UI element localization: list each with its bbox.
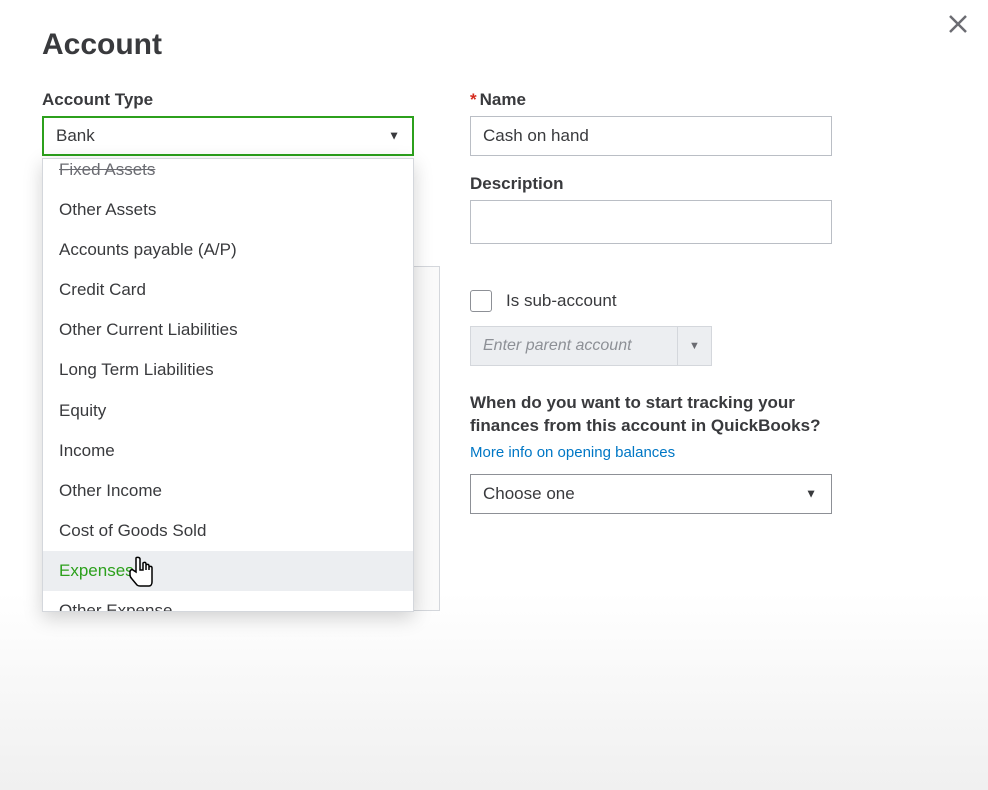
tracking-start-select[interactable]: Choose one ▼ [470, 474, 832, 514]
account-type-dropdown: Fixed Assets Other Assets Accounts payab… [42, 158, 414, 612]
tracking-question-label: When do you want to start tracking your … [470, 392, 832, 438]
close-icon [946, 12, 970, 36]
dropdown-option-accounts-payable[interactable]: Accounts payable (A/P) [43, 230, 413, 270]
sub-account-checkbox[interactable] [470, 290, 492, 312]
more-info-link[interactable]: More info on opening balances [470, 444, 675, 461]
dropdown-option-other-current-liabilities[interactable]: Other Current Liabilities [43, 310, 413, 350]
dropdown-option-fixed-assets-partial[interactable]: Fixed Assets [43, 159, 413, 190]
account-type-selected-value: Bank [56, 126, 95, 146]
account-type-select[interactable]: Bank ▼ [42, 116, 414, 156]
dialog-title: Account [42, 28, 946, 62]
dropdown-option-other-assets[interactable]: Other Assets [43, 190, 413, 230]
chevron-down-icon: ▼ [805, 486, 817, 500]
dropdown-option-income[interactable]: Income [43, 431, 413, 471]
dropdown-option-expenses[interactable]: Expenses [43, 551, 413, 591]
dropdown-option-other-expense[interactable]: Other Expense [43, 591, 413, 612]
dropdown-option-credit-card[interactable]: Credit Card [43, 270, 413, 310]
dropdown-option-long-term-liabilities[interactable]: Long Term Liabilities [43, 350, 413, 390]
parent-account-select[interactable]: Enter parent account ▼ [470, 326, 712, 366]
name-input[interactable] [470, 116, 832, 156]
account-type-label: Account Type [42, 90, 414, 110]
account-dialog: Account Account Type Bank ▼ Fixed Assets… [0, 0, 988, 542]
dropdown-option-equity[interactable]: Equity [43, 391, 413, 431]
dropdown-option-other-income[interactable]: Other Income [43, 471, 413, 511]
close-button[interactable] [946, 12, 970, 41]
sub-account-label: Is sub-account [506, 291, 617, 311]
parent-account-placeholder: Enter parent account [471, 337, 677, 355]
chevron-down-icon: ▼ [388, 128, 400, 142]
tracking-start-placeholder: Choose one [483, 484, 575, 504]
dropdown-option-cost-of-goods-sold[interactable]: Cost of Goods Sold [43, 511, 413, 551]
description-input[interactable] [470, 200, 832, 244]
description-label: Description [470, 174, 832, 194]
name-label: Name [470, 90, 832, 110]
chevron-down-icon: ▼ [677, 327, 711, 365]
